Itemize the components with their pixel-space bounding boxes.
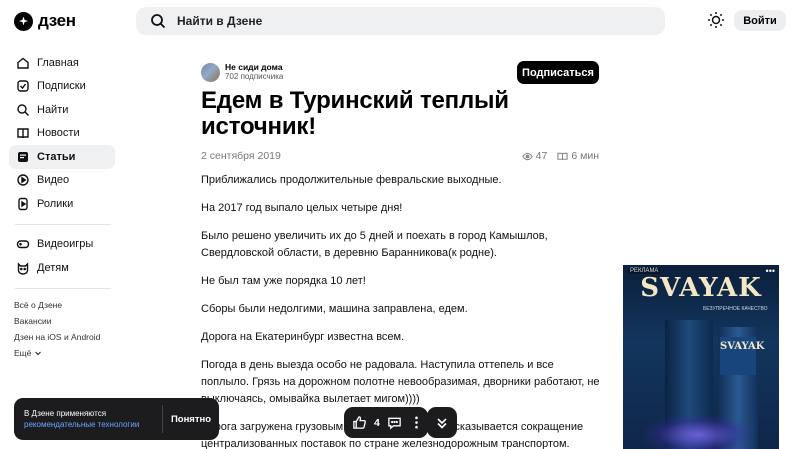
recommendation-notice: В Дзене применяются рекомендательные тех…	[14, 398, 219, 440]
author-block[interactable]: Не сиди дома 702 подписчика	[201, 62, 283, 82]
search-input[interactable]	[177, 14, 617, 28]
sidebar-item-label: Видеоигры	[37, 238, 94, 251]
comment-icon[interactable]	[387, 415, 402, 430]
sidebar-item-label: Видео	[37, 174, 70, 187]
sidebar-divider	[15, 223, 111, 225]
sidebar-item-label: Статьи	[37, 150, 76, 163]
scroll-down-button[interactable]	[427, 407, 457, 438]
shorts-icon	[18, 197, 28, 210]
author-avatar[interactable]	[201, 62, 220, 82]
like-count: 4	[374, 416, 380, 429]
link-more-label: Ещё	[14, 347, 32, 358]
author-name[interactable]: Не сиди дома	[225, 62, 283, 72]
chevron-down-icon	[35, 351, 42, 355]
sidebar-item-label: Подписки	[37, 80, 86, 93]
link-about[interactable]: Всё о Дзене	[9, 297, 115, 313]
more-vertical-icon[interactable]	[409, 415, 424, 430]
sidebar-divider	[15, 287, 111, 289]
link-mobile-apps[interactable]: Дзен на iOS и Android	[9, 329, 115, 345]
sidebar-item-news[interactable]: Новости	[9, 122, 115, 146]
sidebar-item-videogames[interactable]: Видеоигры	[9, 233, 115, 257]
subscribe-button[interactable]: Подписаться	[517, 61, 599, 84]
ad-glow	[643, 415, 753, 449]
logo-text: дзен	[38, 11, 76, 30]
paragraph: Дорога на Екатеринбург известна всем.	[201, 331, 405, 343]
paragraph: Сборы были недолгими, машина заправлена,…	[201, 303, 468, 315]
views-count: 47	[535, 150, 548, 162]
link-more[interactable]: Ещё	[9, 345, 115, 361]
sidebar-item-label: Новости	[37, 127, 80, 140]
sidebar-item-video[interactable]: Видео	[9, 169, 115, 193]
sidebar-item-subscriptions[interactable]: Подписки	[9, 75, 115, 99]
paragraph: Приближались продолжительные февральские…	[201, 174, 502, 186]
articles-icon	[18, 151, 28, 162]
dzen-logo[interactable]: дзен	[14, 11, 76, 31]
accept-button[interactable]: Понятно	[163, 414, 219, 425]
like-icon[interactable]	[352, 415, 367, 430]
sidebar: Главная Подписки Найти Новости Статьи Ви…	[9, 51, 115, 361]
ad-subtitle: БЕЗУПРЕЧНОЕ КАЧЕСТВО	[703, 306, 768, 312]
notice-text: В Дзене применяются рекомендательные тех…	[14, 408, 162, 430]
paragraph: Было решено увеличить их до 5 дней и пое…	[201, 230, 548, 259]
double-chevron-down-icon	[437, 417, 447, 429]
views-counter: 47	[521, 150, 548, 162]
news-icon	[17, 128, 29, 139]
article-title: Едем в Туринский теплый источник!	[201, 87, 509, 140]
subscriptions-icon	[17, 80, 29, 92]
login-button[interactable]: Войти	[734, 10, 786, 31]
sidebar-item-label: Найти	[37, 103, 69, 116]
article-meta: 2 сентября 2019 47 6 мин	[201, 149, 599, 163]
video-icon	[17, 174, 29, 186]
eye-icon	[521, 152, 533, 160]
link-vacancies[interactable]: Вакансии	[9, 313, 115, 329]
advertisement[interactable]: SVAYAK РЕКЛАМА ••• SVAYAK БЕЗУПРЕЧНОЕ КА…	[623, 265, 779, 449]
sidebar-item-home[interactable]: Главная	[9, 51, 115, 75]
home-icon	[17, 57, 29, 69]
read-time: 6 мин	[557, 150, 599, 162]
search-bar[interactable]	[136, 7, 665, 35]
author-subscribers: 702 подписчика	[225, 72, 284, 81]
paragraph: Не был там уже порядка 10 лет!	[201, 275, 366, 287]
search-icon	[151, 14, 166, 29]
gamepad-icon	[16, 240, 30, 249]
sun-icon[interactable]	[707, 11, 725, 29]
ad-sign: SVAYAK	[720, 337, 764, 375]
dzen-logo-icon	[14, 11, 33, 31]
sidebar-item-label: Главная	[37, 56, 79, 69]
notice-link[interactable]: рекомендательные технологии	[24, 420, 139, 429]
sidebar-item-label: Ролики	[37, 197, 74, 210]
sidebar-item-search[interactable]: Найти	[9, 98, 115, 122]
search-icon	[17, 104, 29, 116]
sidebar-item-articles[interactable]: Статьи	[9, 145, 115, 169]
paragraph: На 2017 год выпало целых четыре дня!	[201, 202, 403, 214]
article-date: 2 сентября 2019	[201, 150, 281, 162]
sidebar-item-shorts[interactable]: Ролики	[9, 192, 115, 216]
article-actions: 4	[344, 407, 428, 438]
paragraph: Погода в день выезда особо не радовала. …	[201, 359, 600, 405]
sidebar-item-label: Детям	[37, 261, 69, 274]
book-icon	[557, 152, 568, 160]
read-time-value: 6 мин	[571, 150, 599, 162]
sidebar-item-kids[interactable]: Детям	[9, 256, 115, 280]
ad-brand: SVAYAK	[640, 273, 762, 303]
kids-icon	[17, 262, 29, 275]
notice-message: В Дзене применяются	[24, 409, 107, 418]
